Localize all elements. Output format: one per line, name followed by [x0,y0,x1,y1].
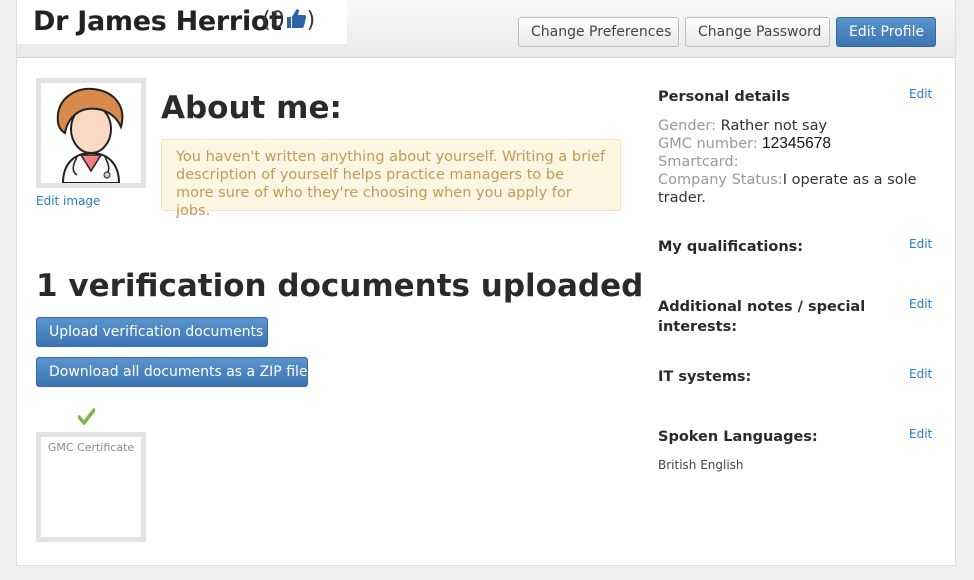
gmc-label: GMC number: [658,136,758,152]
likes-close: ) [306,8,316,33]
it-systems-heading: IT systems: [658,369,752,385]
smartcard-row: Smartcard: [658,153,918,171]
edit-image-link[interactable]: Edit image [36,194,100,208]
edit-it-systems-link[interactable]: Edit [909,367,932,381]
edit-languages-link[interactable]: Edit [909,427,932,441]
change-preferences-button[interactable]: Change Preferences [518,17,679,47]
about-me-alert: You haven't written anything about yours… [161,139,621,219]
change-password-button[interactable]: Change Password [685,17,830,47]
edit-qualifications-link[interactable]: Edit [909,237,932,251]
verified-check-icon [77,408,96,429]
likes-count: (0) [262,7,315,35]
edit-profile-button[interactable]: Edit Profile [836,17,936,47]
notes-heading: Additional notes / special interests: [658,299,866,335]
gender-value: Rather not say [716,118,828,134]
document-thumbnail[interactable]: GMC Certificate [36,432,146,542]
gender-label: Gender: [658,118,717,134]
edit-personal-details-link[interactable]: Edit [909,87,932,101]
document-name: GMC Certificate [47,441,135,454]
download-zip-button[interactable]: Download all documents as a ZIP file [36,357,308,387]
personal-details-heading: Personal details [658,89,790,105]
edit-notes-link[interactable]: Edit [909,297,932,311]
about-me-heading: About me: [161,90,342,126]
thumbs-up-icon [285,7,307,35]
qualifications-heading: My qualifications: [658,239,804,255]
languages-heading: Spoken Languages: [658,429,818,445]
profile-page: Dr James Herriot (0) Change Preferences … [16,0,956,566]
languages-value: British English [658,458,744,472]
upload-documents-button[interactable]: Upload verification documents [36,317,268,347]
personal-details: Gender: Rather not say GMC number: 12345… [658,117,918,207]
verification-heading: 1 verification documents uploaded [36,268,644,304]
company-row: Company Status:I operate as a sole trade… [658,171,918,207]
gender-row: Gender: Rather not say [658,117,918,135]
page-header: Dr James Herriot (0) Change Preferences … [17,0,955,58]
company-label: Company Status: [658,172,783,188]
likes-open: (0 [262,8,285,33]
smartcard-label: Smartcard: [658,154,739,170]
gmc-value: 12345678 [757,135,831,152]
page-title: Dr James Herriot [33,6,282,37]
gmc-row: GMC number: 12345678 [658,135,918,153]
doctor-avatar-icon [56,87,124,184]
title-area: Dr James Herriot (0) [17,0,347,44]
avatar [36,78,146,188]
